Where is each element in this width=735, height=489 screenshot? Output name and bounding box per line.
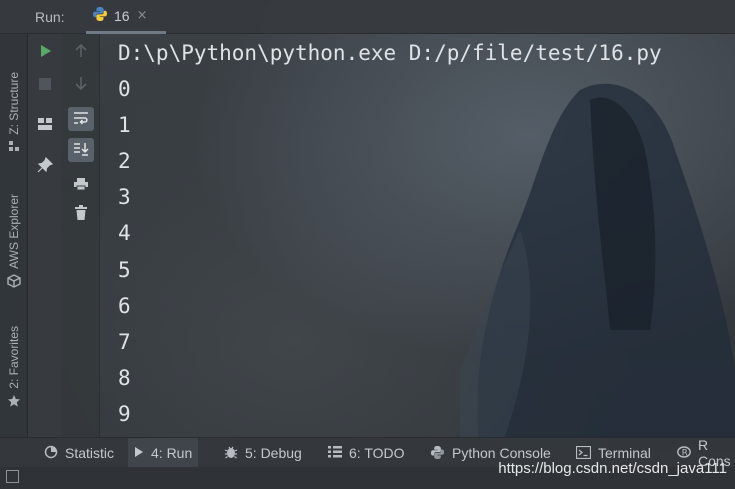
structure-tab[interactable]: Z: Structure (3, 72, 25, 155)
run-config-tab[interactable]: 16 × (86, 0, 166, 34)
run-label: Run: (35, 9, 65, 25)
python-icon (92, 6, 108, 26)
structure-tab-label: Z: Structure (7, 72, 21, 135)
stop-icon (39, 75, 51, 94)
favorites-tab-label: 2: Favorites (7, 326, 21, 389)
scroll-to-end-icon (73, 141, 89, 160)
console-line: 6 (118, 294, 131, 318)
clear-all-button[interactable] (68, 203, 94, 227)
run-toolbar-secondary (62, 34, 100, 437)
tab-debug-label: 5: Debug (245, 445, 302, 461)
r-console-icon: R (677, 445, 691, 461)
statistic-icon (44, 445, 58, 461)
tab-statistic-label: Statistic (65, 445, 115, 461)
soft-wrap-button[interactable] (68, 107, 94, 131)
console-line: 3 (118, 185, 131, 209)
up-arrow-icon (75, 43, 87, 62)
run-play-icon (134, 446, 144, 460)
console-line: 0 (118, 77, 131, 101)
tab-todo-label: 6: TODO (349, 445, 405, 461)
favorites-tab[interactable]: 2: Favorites (3, 326, 25, 411)
tab-run[interactable]: 4: Run (128, 438, 199, 468)
restore-layout-button[interactable] (32, 113, 58, 137)
run-icon (38, 43, 52, 62)
bug-icon (224, 445, 238, 461)
next-occurrence-button[interactable] (68, 72, 94, 96)
console-command-line: D:\p\Python\python.exe D:/p/file/test/16… (118, 41, 662, 65)
print-button[interactable] (68, 173, 94, 197)
console-line: 4 (118, 221, 131, 245)
tab-debug[interactable]: 5: Debug (218, 438, 308, 468)
toggle-tool-windows-icon[interactable] (6, 470, 19, 483)
aws-explorer-tab-label: AWS Explorer (7, 194, 21, 269)
stop-button[interactable] (32, 72, 58, 96)
console-line: 1 (118, 113, 131, 137)
run-tab-title: 16 (114, 7, 130, 24)
console-line: 8 (118, 366, 131, 390)
run-toolbar-primary (28, 34, 62, 437)
pin-icon (37, 156, 54, 177)
scroll-to-end-button[interactable] (68, 138, 94, 162)
down-arrow-icon (75, 75, 87, 94)
aws-explorer-tab[interactable]: AWS Explorer (3, 194, 25, 291)
structure-icon (8, 140, 20, 155)
close-tab-icon[interactable]: × (137, 8, 148, 23)
tab-todo[interactable]: 6: TODO (322, 438, 411, 468)
svg-text:R: R (682, 449, 688, 459)
pin-tab-button[interactable] (32, 155, 58, 179)
tab-python-console-label: Python Console (452, 445, 551, 461)
todo-list-icon (328, 446, 342, 460)
run-tool-window-header: Run: 16 × (0, 0, 735, 34)
print-icon (73, 176, 89, 195)
tab-terminal-label: Terminal (598, 445, 651, 461)
previous-occurrence-button[interactable] (68, 40, 94, 64)
star-icon (7, 394, 21, 411)
tab-run-label: 4: Run (151, 445, 193, 461)
console-line: 9 (118, 402, 131, 426)
soft-wrap-icon (73, 110, 89, 129)
trash-icon (74, 205, 88, 225)
console-line: 7 (118, 330, 131, 354)
layout-icon (37, 116, 53, 135)
watermark-url: https://blog.csdn.net/csdn_java111 (498, 460, 727, 477)
python-icon (430, 445, 445, 462)
console-line: 2 (118, 149, 131, 173)
tab-statistic[interactable]: Statistic (38, 438, 120, 468)
rerun-button[interactable] (32, 40, 58, 64)
terminal-icon (575, 445, 592, 461)
left-tool-strip: Z: Structure AWS Explorer 2: Favorites (0, 34, 28, 437)
console-line: 5 (118, 258, 131, 282)
aws-cube-icon (7, 274, 21, 291)
console-output[interactable]: D:\p\Python\python.exe D:/p/file/test/16… (100, 34, 735, 437)
